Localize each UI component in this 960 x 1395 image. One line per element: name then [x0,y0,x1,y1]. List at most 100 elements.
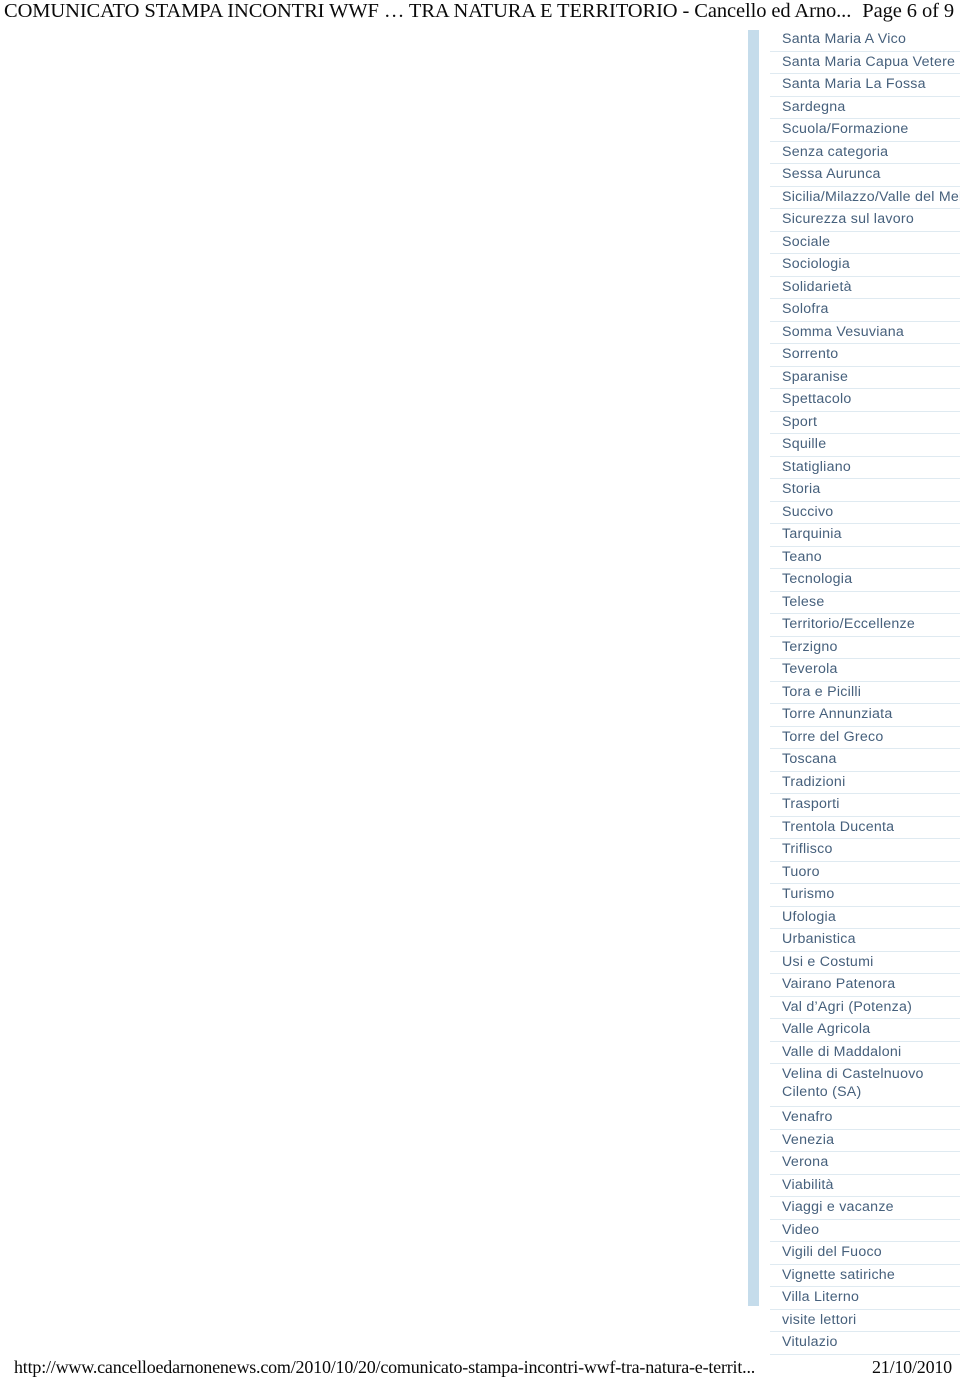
category-link[interactable]: Valle Agricola [782,1021,870,1037]
category-list-item[interactable]: Triflisco [770,839,960,862]
category-link[interactable]: Usi e Costumi [782,954,874,970]
category-list-item[interactable]: Video [770,1220,960,1242]
category-list-item[interactable]: Santa Maria La Fossa [770,74,960,97]
category-link[interactable]: Toscana [782,751,837,767]
category-link[interactable]: Ufologia [782,909,836,925]
category-link[interactable]: Teano [782,549,822,565]
category-link[interactable]: Sparanise [782,369,848,385]
category-list-item[interactable]: Villa Literno [770,1287,960,1310]
category-link[interactable]: Santa Maria La Fossa [782,76,926,92]
category-link[interactable]: Val d’Agri (Potenza) [782,999,912,1015]
category-link[interactable]: Succivo [782,504,833,520]
category-link[interactable]: Tarquinia [782,526,842,542]
category-list-item[interactable]: Sport [770,412,960,434]
category-list-item[interactable]: Squille [770,434,960,457]
category-list-item[interactable]: Urbanistica [770,929,960,952]
category-list-item[interactable]: Torre Annunziata [770,704,960,727]
category-link[interactable]: Storia [782,481,821,497]
category-list-item[interactable]: Turismo [770,884,960,907]
category-link[interactable]: Sorrento [782,346,838,362]
category-list-item[interactable]: Spettacolo [770,389,960,412]
category-list-item[interactable]: Sardegna [770,97,960,119]
category-link[interactable]: Santa Maria Capua Vetere [782,54,955,70]
category-link[interactable]: visite lettori [782,1312,856,1328]
category-link[interactable]: Urbanistica [782,931,856,947]
category-list-item[interactable]: Vitulazio [770,1332,960,1355]
category-link[interactable]: Tuoro [782,864,820,880]
category-list-item[interactable]: Sparanise [770,367,960,389]
category-link[interactable]: Spettacolo [782,391,852,407]
category-link[interactable]: Viabilità [782,1177,834,1193]
category-list-item[interactable]: Somma Vesuviana [770,322,960,344]
category-list-item[interactable]: Tradizioni [770,772,960,794]
category-link[interactable]: Venezia [782,1132,834,1148]
category-list-item[interactable]: Torre del Greco [770,727,960,749]
category-list-item[interactable]: Teano [770,547,960,569]
category-list-item[interactable]: Sicurezza sul lavoro [770,209,960,232]
category-link[interactable]: Vigili del Fuoco [782,1244,882,1260]
category-link[interactable]: Solidarietà [782,279,852,295]
category-list-item[interactable]: Viabilità [770,1175,960,1197]
category-list-item[interactable]: Sorrento [770,344,960,367]
category-link[interactable]: Sociale [782,234,830,250]
category-list-item[interactable]: Senza categoria [770,142,960,164]
category-list-item[interactable]: Territorio/Eccellenze [770,614,960,637]
category-list-item[interactable]: Velina di Castelnuovo Cilento (SA) [770,1064,960,1107]
category-list-item[interactable]: Val d’Agri (Potenza) [770,997,960,1019]
category-list-item[interactable]: Storia [770,479,960,502]
category-list-item[interactable]: Venafro [770,1107,960,1130]
category-list-item[interactable]: Tora e Picilli [770,682,960,704]
category-link[interactable]: Trasporti [782,796,840,812]
category-list-item[interactable]: Telese [770,592,960,614]
category-list-item[interactable]: Solidarietà [770,277,960,299]
category-list-item[interactable]: Vignette satiriche [770,1265,960,1287]
category-list-item[interactable]: Santa Maria A Vico [770,29,960,52]
category-link[interactable]: Teverola [782,661,838,677]
category-list-item[interactable]: Succivo [770,502,960,524]
category-link[interactable]: Solofra [782,301,829,317]
category-list-item[interactable]: Solofra [770,299,960,322]
category-list-item[interactable]: Tecnologia [770,569,960,592]
category-link[interactable]: Turismo [782,886,834,902]
category-link[interactable]: Vignette satiriche [782,1267,895,1283]
category-link[interactable]: Sicurezza sul lavoro [782,211,914,227]
category-list-item[interactable]: Valle Agricola [770,1019,960,1042]
category-link[interactable]: Statigliano [782,459,851,475]
category-list-item[interactable]: Tuoro [770,862,960,884]
category-list-item[interactable]: Toscana [770,749,960,772]
category-list-item[interactable]: Trentola Ducenta [770,817,960,839]
category-list-item[interactable]: Tarquinia [770,524,960,547]
category-list-item[interactable]: Santa Maria Capua Vetere [770,52,960,74]
category-list-item[interactable]: Statigliano [770,457,960,479]
category-link[interactable]: Torre Annunziata [782,706,892,722]
category-list-item[interactable]: Venezia [770,1130,960,1152]
category-link[interactable]: Telese [782,594,825,610]
category-list-item[interactable]: Vigili del Fuoco [770,1242,960,1265]
category-link[interactable]: Tecnologia [782,571,852,587]
category-list-item[interactable]: Vairano Patenora [770,974,960,997]
category-list-item[interactable]: Sessa Aurunca [770,164,960,187]
category-list-item[interactable]: Trasporti [770,794,960,817]
category-link[interactable]: Vairano Patenora [782,976,895,992]
category-list-item[interactable]: visite lettori [770,1310,960,1332]
category-list-item[interactable]: Ufologia [770,907,960,929]
category-list-item[interactable]: Teverola [770,659,960,682]
category-list-item[interactable]: Valle di Maddaloni [770,1042,960,1064]
category-link[interactable]: Sport [782,414,817,430]
category-list-item[interactable]: Verona [770,1152,960,1175]
category-link[interactable]: Sardegna [782,99,846,115]
category-list-item[interactable]: Sociologia [770,254,960,277]
category-list-item[interactable]: Scuola/Formazione [770,119,960,142]
category-link[interactable]: Sicilia/Milazzo/Valle del Mela [782,189,960,205]
category-list-item[interactable]: Sociale [770,232,960,254]
category-link[interactable]: Senza categoria [782,144,888,160]
category-link[interactable]: Villa Literno [782,1289,859,1305]
category-link[interactable]: Velina di Castelnuovo Cilento (SA) [782,1066,924,1100]
category-list-item[interactable]: Terzigno [770,637,960,659]
category-link[interactable]: Somma Vesuviana [782,324,904,340]
category-link[interactable]: Tradizioni [782,774,845,790]
category-link[interactable]: Tora e Picilli [782,684,861,700]
category-link[interactable]: Video [782,1222,819,1238]
category-link[interactable]: Trentola Ducenta [782,819,894,835]
category-list-item[interactable]: Usi e Costumi [770,952,960,974]
